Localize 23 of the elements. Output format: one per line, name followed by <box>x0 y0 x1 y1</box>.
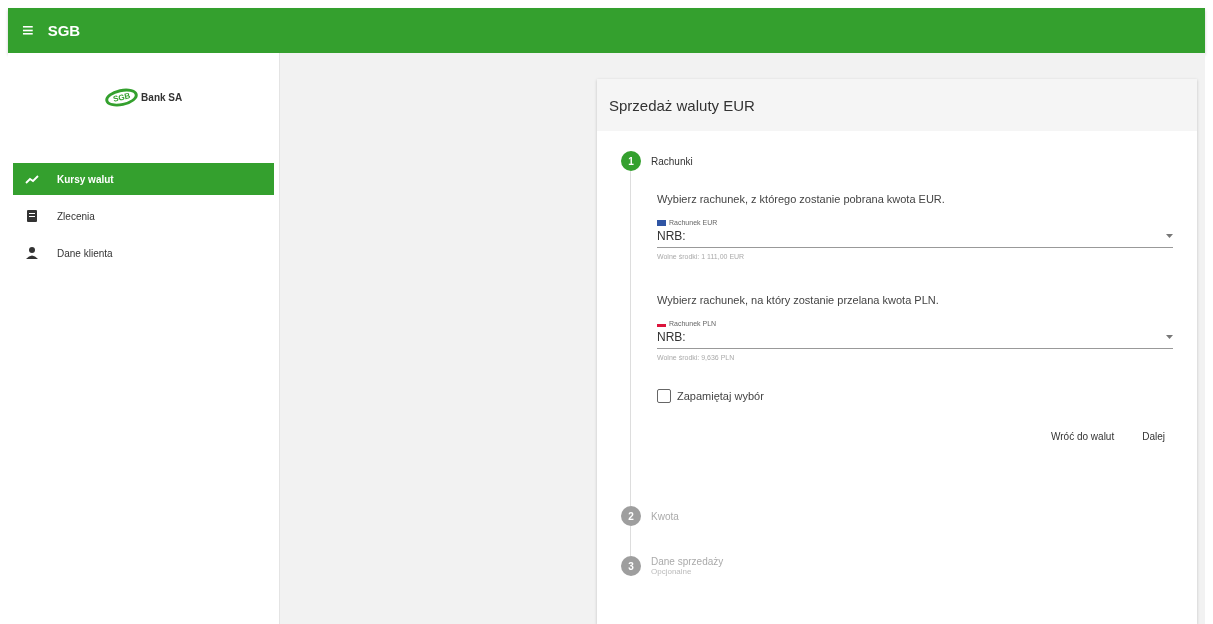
dropdown-caret-icon <box>1166 234 1173 238</box>
account-select[interactable]: NRB: <box>657 327 1173 349</box>
dropdown-caret-icon <box>1166 335 1173 339</box>
chart-line-icon <box>25 172 39 186</box>
sidebar-item[interactable]: Dane klienta <box>13 237 274 269</box>
step-number: 2 <box>621 506 641 526</box>
flag-icon <box>657 219 666 226</box>
field-prompt: Wybierz rachunek, z którego zostanie pobrana kwota EUR. <box>657 193 946 205</box>
step-number: 3 <box>621 556 641 576</box>
field-prompt: Wybierz rachunek, na który zostanie przelana kwota PLN. <box>657 294 940 306</box>
account-select[interactable]: NRB: <box>657 226 1173 248</box>
remember-checkbox[interactable]: Zapamiętaj wybór <box>657 389 1173 403</box>
step-sublabel: Opcjonalne <box>651 567 693 576</box>
step-number: 1 <box>621 151 641 171</box>
logo-text: Bank SA <box>141 91 183 103</box>
text-button[interactable]: Wróć do walut <box>1043 425 1123 448</box>
step-label[interactable]: Rachunki <box>651 155 693 167</box>
person-icon <box>25 246 39 260</box>
text-button[interactable]: Dalej <box>1134 425 1173 448</box>
card-title: Sprzedaż waluty EUR <box>597 79 1197 131</box>
sidebar-item[interactable]: Zlecenia <box>13 200 274 232</box>
app-title: SGB <box>47 22 81 39</box>
clipboard-icon <box>25 209 39 223</box>
